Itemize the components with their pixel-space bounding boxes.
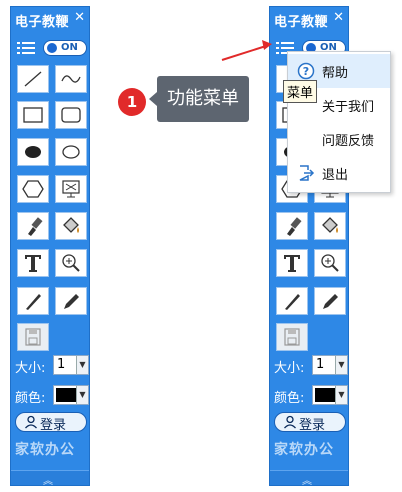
pencil-icon [323, 294, 338, 309]
save-tool[interactable] [17, 323, 49, 351]
line-icon [24, 71, 42, 87]
text-icon [284, 255, 300, 272]
text-tool[interactable] [276, 249, 308, 277]
save-icon [284, 328, 300, 346]
menu-item-label: 退出 [322, 168, 349, 183]
save-tool[interactable] [276, 323, 308, 351]
login-button[interactable]: 登录 [274, 412, 346, 433]
color-select[interactable]: ▼ [53, 385, 89, 405]
power-toggle[interactable]: ON [43, 40, 87, 56]
zoom-icon [321, 254, 339, 272]
color-label: 颜色: [274, 391, 305, 406]
pencil-icon [64, 294, 79, 309]
menu-item-label: 问题反馈 [322, 134, 375, 149]
marker-icon [26, 294, 41, 310]
menu-tooltip: 菜单 [283, 80, 318, 103]
rectangle-tool[interactable] [17, 101, 49, 129]
zoom-icon [62, 254, 80, 272]
ellipse-icon [62, 145, 80, 159]
menu-item-label: 帮助 [322, 66, 349, 81]
brand-logo: 家软办公 [274, 442, 334, 458]
size-select[interactable]: 1 ▼ [312, 355, 348, 375]
hexagon-icon [22, 180, 44, 198]
help-icon: ? [297, 62, 315, 80]
brand-logo: 家软办公 [15, 442, 75, 458]
pencil-tool[interactable] [55, 287, 87, 315]
marker-tool[interactable] [17, 287, 49, 315]
exit-icon [299, 165, 315, 181]
color-swatch [56, 388, 76, 402]
fill-tool[interactable] [55, 212, 87, 240]
svg-text:?: ? [303, 65, 309, 78]
toolbar-panel-left: 电子教鞭 ✕ ON 大小: 1 ▼ 颜色: ▼ 登录 家软办公 ︽ [10, 6, 90, 487]
dropdown-arrow-icon: ▼ [76, 356, 88, 374]
close-icon[interactable]: ✕ [74, 10, 85, 25]
rounded-rectangle-tool[interactable] [55, 101, 87, 129]
dropdown-arrow-icon: ▼ [76, 386, 88, 404]
menu-icon[interactable] [17, 40, 35, 56]
close-icon[interactable]: ✕ [333, 10, 344, 25]
function-menu: ? 帮助 关于我们 问题反馈 退出 [287, 51, 391, 193]
login-label: 登录 [299, 418, 326, 433]
save-icon [25, 328, 41, 346]
dropdown-arrow-icon: ▼ [335, 356, 347, 374]
login-label: 登录 [40, 418, 67, 433]
size-label: 大小: [274, 361, 305, 376]
panel-title: 电子教鞭 [274, 15, 329, 30]
zoom-tool[interactable] [314, 249, 346, 277]
user-icon [25, 415, 37, 429]
screen-capture-tool[interactable] [55, 175, 87, 203]
curve-tool[interactable] [55, 65, 87, 93]
size-value: 1 [316, 357, 325, 372]
fill-tool[interactable] [314, 212, 346, 240]
color-select[interactable]: ▼ [312, 385, 348, 405]
text-icon [25, 255, 41, 272]
pencil-tool[interactable] [314, 287, 346, 315]
color-swatch [315, 388, 335, 402]
toggle-knob [47, 43, 57, 53]
rounded-rectangle-icon [61, 107, 81, 123]
screen-capture-icon [62, 180, 80, 198]
collapse-bar[interactable]: ︽ [11, 470, 89, 487]
menu-item-exit[interactable]: 退出 [288, 156, 390, 190]
menu-item-label: 关于我们 [322, 100, 375, 115]
panel-title: 电子教鞭 [15, 15, 70, 30]
ellipse-tool[interactable] [55, 138, 87, 166]
callout-label: 功能菜单 [149, 76, 249, 122]
brush-icon [287, 217, 302, 236]
hexagon-tool[interactable] [17, 175, 49, 203]
chevron-up-icon: ︽ [302, 476, 312, 487]
brush-tool[interactable] [276, 212, 308, 240]
brush-icon [28, 217, 43, 236]
chevron-up-icon: ︽ [43, 476, 53, 487]
zoom-tool[interactable] [55, 249, 87, 277]
marker-icon [285, 294, 300, 310]
login-button[interactable]: 登录 [15, 412, 87, 433]
curve-icon [61, 75, 81, 83]
filled-ellipse-icon [25, 146, 41, 158]
step-badge: 1 [118, 88, 146, 116]
brush-tool[interactable] [17, 212, 49, 240]
user-icon [284, 415, 296, 429]
paint-bucket-icon [63, 217, 79, 233]
filled-ellipse-tool[interactable] [17, 138, 49, 166]
size-label: 大小: [15, 361, 46, 376]
collapse-bar[interactable]: ︽ [270, 470, 348, 487]
rectangle-icon [23, 107, 43, 123]
marker-tool[interactable] [276, 287, 308, 315]
paint-bucket-icon [322, 217, 338, 233]
size-value: 1 [57, 357, 66, 372]
dropdown-arrow-icon: ▼ [335, 386, 347, 404]
menu-item-feedback[interactable]: 问题反馈 [288, 122, 390, 156]
text-tool[interactable] [17, 249, 49, 277]
line-tool[interactable] [17, 65, 49, 93]
toggle-label: ON [61, 42, 78, 53]
size-select[interactable]: 1 ▼ [53, 355, 89, 375]
color-label: 颜色: [15, 391, 46, 406]
